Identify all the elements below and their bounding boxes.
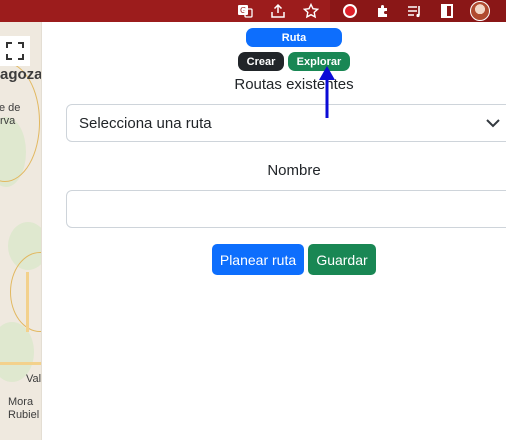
- chevron-down-icon: [486, 119, 500, 128]
- map-label-city: agoza: [0, 66, 42, 83]
- map-label-rubielos: Rubiel: [8, 409, 40, 421]
- split-view-icon[interactable]: [438, 2, 456, 20]
- map-panel[interactable]: agoza e de rva Val Mora Rubiel: [0, 22, 42, 440]
- map-label-mora: Mora: [8, 396, 34, 408]
- annotation-arrow-icon: [319, 66, 335, 118]
- reading-list-icon[interactable]: [405, 2, 423, 20]
- map-label-town: rva: [0, 115, 16, 127]
- fullscreen-icon: [6, 42, 24, 60]
- map-road: [0, 362, 41, 365]
- name-label: Nombre: [267, 162, 321, 179]
- routes-title: Routas existentes: [234, 76, 354, 93]
- route-select[interactable]: Selecciona una ruta: [66, 104, 506, 142]
- route-select-value: Selecciona una ruta: [79, 114, 212, 132]
- ruta-badge: Ruta: [246, 28, 342, 47]
- share-icon[interactable]: [269, 2, 287, 20]
- map-road: [26, 272, 29, 332]
- crear-tab[interactable]: Crear: [238, 52, 284, 71]
- map-label-val: Val: [26, 373, 42, 385]
- browser-toolbar: G: [0, 0, 506, 22]
- map-label-town: e de: [0, 102, 21, 114]
- star-icon[interactable]: [302, 2, 320, 20]
- fullscreen-button[interactable]: [0, 36, 30, 66]
- plan-route-button[interactable]: Planear ruta: [212, 244, 304, 275]
- extension-icon[interactable]: [341, 2, 359, 20]
- puzzle-icon[interactable]: [374, 2, 392, 20]
- name-input[interactable]: [66, 190, 506, 228]
- profile-avatar[interactable]: [469, 0, 491, 22]
- save-button[interactable]: Guardar: [308, 244, 376, 275]
- translate-icon[interactable]: G: [236, 2, 254, 20]
